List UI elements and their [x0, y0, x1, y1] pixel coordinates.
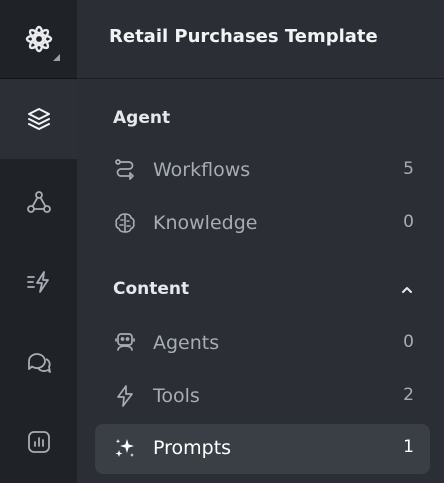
nav-item-label: Knowledge: [153, 212, 258, 234]
robot-icon: [115, 333, 135, 351]
section-title-content: Content: [113, 279, 190, 299]
navigation-panel: Retail Purchases Template Agent Workflow…: [77, 0, 444, 483]
nodes-icon: [26, 191, 51, 213]
page-title: Retail Purchases Template: [109, 26, 378, 47]
logo-menu-corner: [53, 54, 60, 61]
nav-item-count: 2: [403, 385, 414, 405]
logo-icon: [25, 25, 52, 53]
app-logo[interactable]: [0, 0, 77, 78]
section-title-agent: Agent: [113, 108, 171, 128]
rail-analytics-button[interactable]: [0, 402, 77, 482]
nav-item-tools[interactable]: Tools 2: [95, 372, 430, 422]
nav-item-count: 1: [403, 437, 414, 457]
brain-icon: [115, 213, 135, 233]
icon-rail: [0, 0, 77, 483]
rail-actions-button[interactable]: [0, 242, 77, 322]
workflow-icon: [115, 159, 134, 180]
nav-item-agents[interactable]: Agents 0: [95, 319, 430, 369]
nav-item-label: Agents: [153, 332, 220, 354]
chat-icon: [27, 353, 51, 373]
bolt-icon: [117, 385, 133, 407]
rail-nodes-button[interactable]: [0, 162, 77, 242]
chart-icon: [27, 431, 50, 453]
rail-layers-button[interactable]: [0, 79, 77, 159]
nav-item-workflows[interactable]: Workflows 5: [95, 146, 430, 196]
panel-header: Retail Purchases Template: [77, 0, 444, 79]
nav-item-label: Prompts: [153, 437, 232, 459]
nav-item-count: 0: [403, 332, 414, 352]
sparkles-icon: [115, 439, 134, 457]
app: Retail Purchases Template Agent Workflow…: [0, 0, 444, 483]
bolt-list-icon: [26, 271, 49, 293]
nav-item-count: 5: [403, 159, 414, 179]
nav-item-count: 0: [403, 212, 414, 232]
nav-item-prompts[interactable]: Prompts 1: [95, 424, 430, 474]
nav-item-label: Tools: [153, 385, 200, 407]
chevron-up-icon[interactable]: [400, 283, 414, 297]
nav-item-knowledge[interactable]: Knowledge 0: [95, 199, 430, 249]
nav-item-label: Workflows: [153, 159, 251, 181]
layers-icon: [27, 108, 50, 130]
rail-chat-button[interactable]: [0, 322, 77, 402]
